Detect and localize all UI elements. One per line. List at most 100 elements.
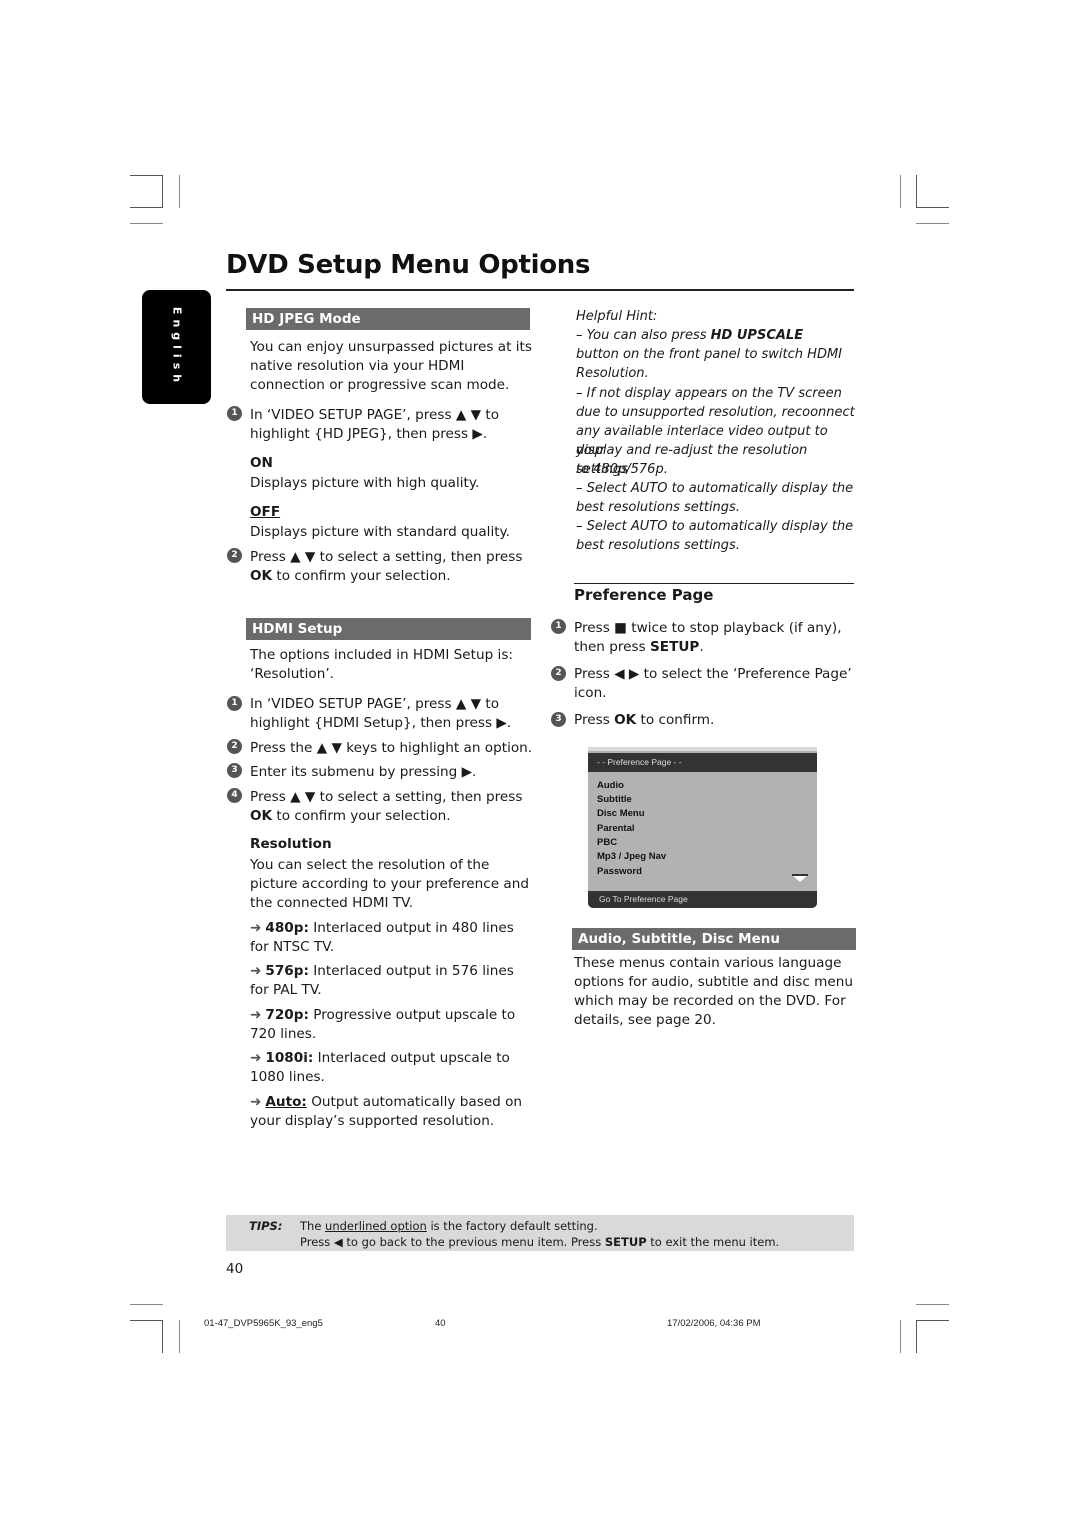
ok-key-label: OK — [250, 808, 273, 824]
tips-label: TIPS: — [249, 1219, 283, 1233]
language-tab: English — [142, 290, 211, 404]
step-number-icon: 3 — [551, 712, 566, 727]
crop-mark — [162, 1320, 163, 1353]
audio-sub-line1: These menus contain various language — [574, 955, 842, 971]
crop-mark — [179, 1320, 180, 1353]
crop-mark — [916, 175, 917, 208]
option-text: Interlaced output in 576 lines — [308, 963, 514, 979]
hint-3-line1: – Select AUTO to automatically display t… — [576, 481, 854, 496]
osd-item-disc-menu: Disc Menu — [597, 808, 645, 819]
crop-mark — [916, 1320, 917, 1353]
option-text: Interlaced output upscale to — [313, 1050, 510, 1066]
tips-box: TIPS: The underlined option is the facto… — [226, 1215, 854, 1251]
arrow-right-icon: ➜ — [250, 963, 262, 979]
step-number-icon: 1 — [227, 406, 242, 421]
hdmi-step4-line2: OK to confirm your selection. — [250, 807, 451, 826]
crop-mark — [900, 1320, 901, 1353]
tips-text: Press ◀ to go back to the previous menu … — [300, 1235, 605, 1249]
hd-jpeg-step2-line2: OK to confirm your selection. — [250, 567, 451, 586]
hdmi-intro-line2: ‘Resolution’. — [250, 666, 334, 682]
title-divider — [226, 289, 854, 291]
crop-mark — [130, 223, 163, 224]
option-off-label: OFF — [250, 504, 281, 520]
crop-mark — [916, 223, 949, 224]
hint-2-line1: – If not display appears on the TV scree… — [576, 386, 842, 401]
resolution-option-480p: ➜ 480p: Interlaced output in 480 lines for… — [250, 919, 514, 957]
pref-step2-line1: Press ◀ ▶ to select the ‘Preference Page… — [574, 666, 852, 682]
arrow-right-icon: ➜ — [250, 920, 262, 936]
resolution-option-auto: ➜ Auto: Output automatically based on your… — [250, 1093, 522, 1131]
tips-text: The — [300, 1219, 326, 1233]
step-number-icon: 2 — [227, 739, 242, 754]
arrow-right-icon: ➜ — [250, 1094, 262, 1110]
option-label: Auto: — [265, 1094, 307, 1110]
option-text: 1080 lines. — [250, 1069, 325, 1085]
hdmi-step1-line2: highlight {HDMI Setup}, then press ▶. — [250, 715, 512, 731]
option-text: 720 lines. — [250, 1026, 317, 1042]
resolution-heading: Resolution — [250, 836, 332, 852]
step-number-icon: 4 — [227, 788, 242, 803]
osd-footer: Go To Preference Page — [588, 891, 817, 908]
option-text: for NTSC TV. — [250, 939, 335, 955]
hdmi-step2: Press the ▲ ▼ keys to highlight an optio… — [250, 740, 533, 756]
osd-item-subtitle: Subtitle — [597, 794, 632, 805]
step-text: to confirm your selection. — [272, 568, 451, 584]
setup-key-label: SETUP — [604, 1235, 647, 1249]
ok-key-label: OK — [614, 712, 637, 728]
tips-line1: The underlined option is the factory def… — [300, 1218, 598, 1234]
osd-item-password: Password — [597, 866, 642, 877]
step-text: Press — [574, 620, 615, 636]
tips-text: is the factory default setting. — [426, 1219, 598, 1233]
hint-3-line2: best resolutions settings. — [576, 500, 740, 515]
down-triangle-icon — [792, 874, 808, 882]
option-label: 720p: — [265, 1007, 309, 1023]
osd-item-pbc: PBC — [597, 837, 618, 848]
option-label: 480p: — [265, 920, 309, 936]
page-title: DVD Setup Menu Options — [226, 250, 591, 280]
hdmi-intro-line1: The options included in HDMI Setup is: — [250, 647, 513, 663]
page-number: 40 — [226, 1261, 244, 1277]
audio-sub-line2: options for audio, subtitle and disc men… — [574, 974, 853, 990]
tips-line2: Press ◀ to go back to the previous menu … — [300, 1234, 779, 1250]
stop-icon: ■ — [614, 620, 627, 636]
pref-step1-line2: then press SETUP. — [574, 638, 704, 657]
pref-step3: Press OK to confirm. — [574, 711, 714, 730]
option-text: Progressive output upscale to — [308, 1007, 516, 1023]
option-text: for PAL TV. — [250, 982, 322, 998]
step-text: twice to stop playback (if any), — [626, 620, 842, 636]
crop-mark — [162, 175, 163, 208]
section-heading-audio-subtitle: Audio, Subtitle, Disc Menu — [572, 928, 856, 950]
step-number-icon: 2 — [551, 666, 566, 681]
crop-mark — [179, 175, 180, 208]
step-number-icon: 1 — [227, 696, 242, 711]
hd-jpeg-step1-line2: highlight {HD JPEG}, then press ▶. — [250, 426, 488, 442]
hdmi-step3: Enter its submenu by pressing ▶. — [250, 764, 477, 780]
footer-page: 40 — [435, 1318, 446, 1329]
resolution-option-576p: ➜ 576p: Interlaced output in 576 lines for… — [250, 962, 514, 1000]
preference-page-heading: Preference Page — [574, 586, 714, 604]
section-heading-hdmi-setup: HDMI Setup — [246, 618, 531, 640]
resolution-option-720p: ➜ 720p: Progressive output upscale to 720 … — [250, 1006, 515, 1044]
crop-mark — [916, 207, 949, 208]
section-heading-hd-jpeg: HD JPEG Mode — [246, 308, 530, 330]
crop-mark — [130, 207, 163, 208]
option-label: 576p: — [265, 963, 309, 979]
hdmi-step1-line1: In ‘VIDEO SETUP PAGE’, press ▲ ▼ to — [250, 696, 500, 712]
footer-timestamp: 17/02/2006, 04:36 PM — [667, 1318, 761, 1329]
hd-jpeg-intro: You can enjoy unsurpassed pictures at it… — [250, 339, 532, 393]
step-number-icon: 3 — [227, 763, 242, 778]
hd-jpeg-step2-line1: Press ▲ ▼ to select a setting, then pres… — [250, 549, 523, 565]
footer-filename: 01-47_DVP5965K_93_eng5 — [204, 1318, 323, 1329]
osd-item-parental: Parental — [597, 823, 635, 834]
hdmi-step4-line1: Press ▲ ▼ to select a setting, then pres… — [250, 789, 523, 805]
hint-1-line1: – You can also press HD UPSCALE — [576, 326, 856, 345]
preference-page-osd: - - Preference Page - - Audio Subtitle D… — [588, 747, 817, 908]
osd-item-audio: Audio — [597, 780, 624, 791]
pref-step2-line2: icon. — [574, 685, 607, 701]
osd-item-mp3-jpeg-nav: Mp3 / Jpeg Nav — [597, 851, 667, 862]
option-text: your display’s supported resolution. — [250, 1113, 495, 1129]
helpful-hint-title: Helpful Hint: — [576, 309, 658, 324]
setup-key-label: SETUP — [650, 639, 700, 655]
step-number-icon: 1 — [551, 619, 566, 634]
hint-1-line2: button on the front panel to switch HDMI — [576, 347, 842, 362]
